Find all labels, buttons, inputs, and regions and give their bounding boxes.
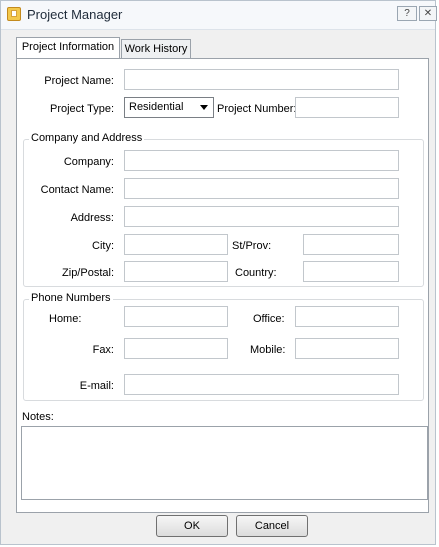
zip-postal-label: Zip/Postal:: [62, 267, 114, 279]
contact-name-input[interactable]: [124, 178, 399, 199]
company-input[interactable]: [124, 150, 399, 171]
home-phone-label: Home:: [49, 313, 82, 325]
office-phone-label: Office:: [253, 313, 285, 325]
close-button[interactable]: ✕: [419, 6, 437, 21]
st-prov-input[interactable]: [303, 234, 399, 255]
project-number-label: Project Number:: [217, 103, 297, 115]
office-phone-input[interactable]: [295, 306, 399, 327]
zip-postal-input[interactable]: [124, 261, 228, 282]
email-label: E-mail:: [79, 380, 114, 392]
ok-button[interactable]: OK: [156, 515, 228, 537]
cancel-button[interactable]: Cancel: [236, 515, 308, 537]
contact-name-label: Contact Name:: [40, 184, 114, 196]
project-name-input[interactable]: [124, 69, 399, 90]
notes-textarea[interactable]: [21, 426, 428, 500]
project-number-input[interactable]: [295, 97, 399, 118]
title-bar[interactable]: Project Manager ? ✕: [1, 1, 437, 30]
tab-work-history[interactable]: Work History: [121, 39, 191, 58]
country-input[interactable]: [303, 261, 399, 282]
city-input[interactable]: [124, 234, 228, 255]
chevron-down-icon: [200, 105, 208, 110]
country-label: Country:: [235, 267, 277, 279]
city-label: City:: [92, 240, 114, 252]
tab-project-information[interactable]: Project Information: [16, 37, 120, 58]
mobile-input[interactable]: [295, 338, 399, 359]
project-name-label: Project Name:: [44, 75, 114, 87]
help-button[interactable]: ?: [397, 6, 417, 21]
project-type-select[interactable]: Residential: [124, 97, 214, 118]
dialog-window: Project Manager ? ✕ Project Information …: [0, 0, 437, 545]
home-phone-input[interactable]: [124, 306, 228, 327]
fax-label: Fax:: [92, 344, 114, 356]
email-input[interactable]: [124, 374, 399, 395]
project-folder-icon: [7, 7, 21, 21]
company-address-legend: Company and Address: [29, 132, 145, 144]
project-type-label: Project Type:: [50, 103, 114, 115]
address-input[interactable]: [124, 206, 399, 227]
notes-label: Notes:: [22, 411, 54, 423]
phone-numbers-legend: Phone Numbers: [29, 292, 113, 304]
project-type-value: Residential: [129, 101, 184, 113]
fax-input[interactable]: [124, 338, 228, 359]
address-label: Address:: [70, 212, 114, 224]
company-label: Company:: [63, 156, 114, 168]
mobile-label: Mobile:: [250, 344, 286, 356]
st-prov-label: St/Prov:: [232, 240, 272, 252]
window-title: Project Manager: [27, 7, 123, 22]
